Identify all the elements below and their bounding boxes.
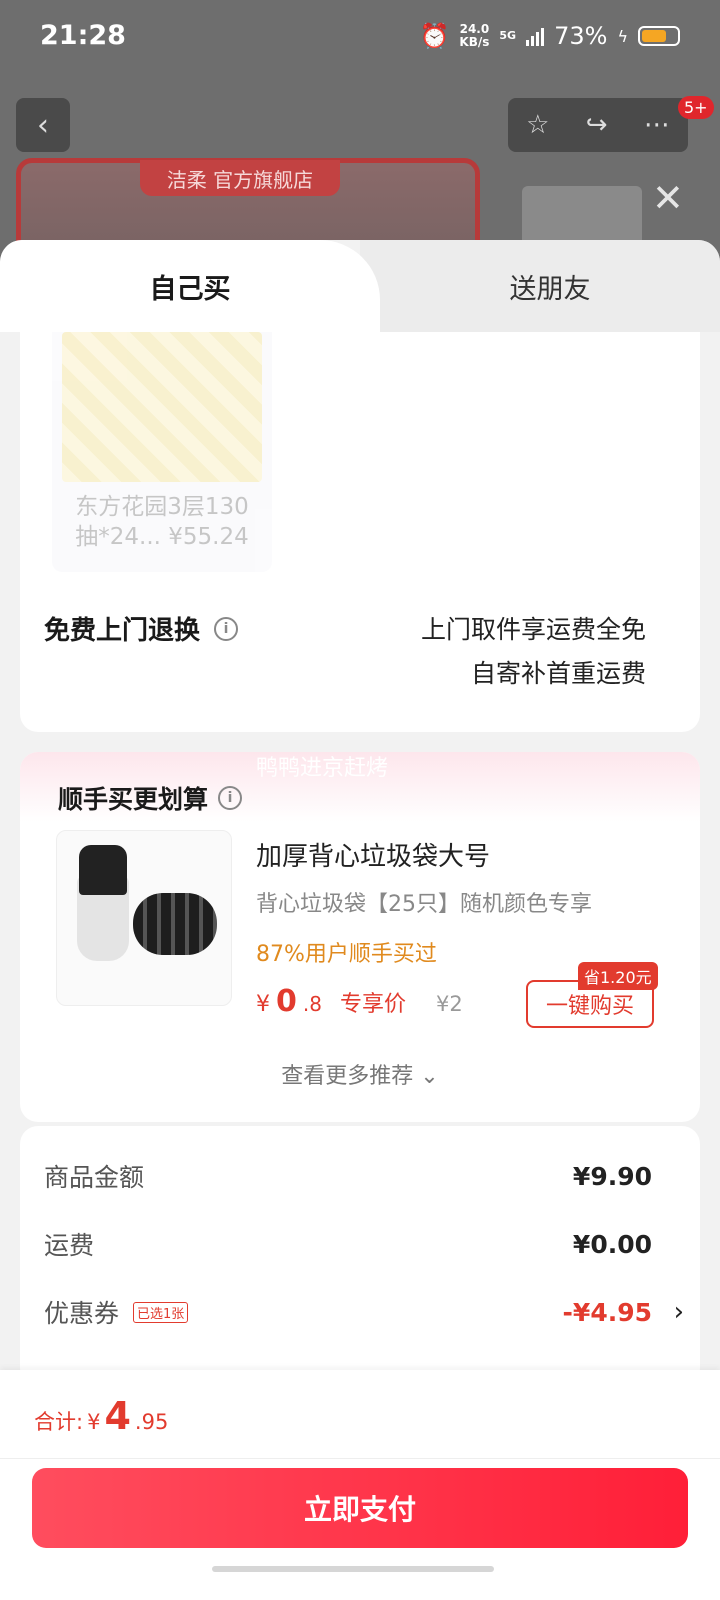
upsell-item-spec: 背心垃圾袋【25只】随机颜色专享 <box>256 892 592 917</box>
battery-percent: 73% <box>554 22 608 50</box>
savings-badge: 省1.20元 <box>578 962 658 990</box>
close-icon[interactable]: ✕ <box>652 176 684 220</box>
price-summary: 商品金额 ¥9.90 运费 ¥0.00 优惠券 已选1张 -¥4.95 › <box>20 1126 700 1390</box>
home-indicator[interactable] <box>212 1566 494 1572</box>
return-policy-label: 免费上门退换 i <box>44 610 239 647</box>
tab-gift[interactable]: 送朋友 <box>420 240 680 332</box>
status-time: 21:28 <box>40 20 126 51</box>
chevron-left-icon: ‹ <box>37 107 49 143</box>
coupon-amount: -¥4.95 <box>562 1297 652 1327</box>
return-policy-line2: 自寄补首重运费 <box>470 659 646 688</box>
upsell-price: ¥0.8 专享价 ¥2 <box>256 984 463 1019</box>
watermark: 鸭鸭进京赶烤 <box>256 756 389 781</box>
chevron-down-icon: ⌄ <box>420 1064 439 1089</box>
checkout-footer: 合计: ¥4.95 立即支付 <box>0 1370 720 1600</box>
signal-icon <box>526 26 545 46</box>
net-speed-value: 24.0 <box>459 22 490 36</box>
trash-bag-image[interactable] <box>56 830 232 1006</box>
info-icon[interactable]: i <box>218 786 243 810</box>
exclusive-price-tag: 专享价 <box>339 992 406 1017</box>
original-price: ¥2 <box>435 992 463 1016</box>
product-card: 东方花园3层130 抽*24... ¥55.24 免费上门退换 i 上门取件享运… <box>20 332 700 732</box>
pay-now-button[interactable]: 立即支付 <box>32 1468 688 1548</box>
nav-actions: ☆ ↪ ⋯ <box>508 98 688 152</box>
chevron-right-icon: › <box>673 1297 684 1327</box>
share-icon[interactable]: ↪ <box>586 110 608 140</box>
product-name: 东方花园3层130 抽*24... ¥55.24 <box>75 494 249 550</box>
goods-amount-row: 商品金额 ¥9.90 <box>44 1161 652 1193</box>
product-option[interactable]: 东方花园3层130 抽*24... ¥55.24 <box>52 332 272 572</box>
upsell-card: 鸭鸭进京赶烤 顺手买更划算 i 加厚背心垃圾袋大号 背心垃圾袋【25只】随机颜色… <box>20 752 700 1122</box>
tab-self-buy[interactable]: 自己买 <box>0 240 380 332</box>
star-icon[interactable]: ☆ <box>526 110 549 140</box>
charging-icon: ϟ <box>617 26 628 46</box>
message-badge: 5+ <box>678 96 714 119</box>
upsell-title: 顺手买更划算 i <box>58 780 243 816</box>
net-speed-unit: KB/s <box>459 35 490 49</box>
alarm-icon: ⏰ <box>419 22 450 50</box>
product-image <box>62 332 262 482</box>
status-bar: 21:28 ⏰ 24.0 KB/s 5G 73% ϟ <box>0 0 720 78</box>
coupon-selected-tag: 已选1张 <box>133 1301 189 1323</box>
store-banner: 洁柔 官方旗舰店 <box>140 160 340 196</box>
shipping-row: 运费 ¥0.00 <box>44 1229 652 1261</box>
info-icon[interactable]: i <box>214 616 239 641</box>
order-total: 合计: ¥4.95 <box>34 1394 169 1438</box>
more-icon[interactable]: ⋯ <box>644 110 670 140</box>
upsell-item-name[interactable]: 加厚背心垃圾袋大号 <box>256 836 490 873</box>
purchase-tabs: 自己买 送朋友 <box>0 240 720 332</box>
back-button[interactable]: ‹ <box>16 98 70 152</box>
coupon-row[interactable]: 优惠券 已选1张 -¥4.95 › <box>44 1292 684 1332</box>
status-icons: ⏰ 24.0 KB/s 5G 73% ϟ <box>420 22 680 50</box>
goods-amount: ¥9.90 <box>572 1161 652 1191</box>
shipping-amount: ¥0.00 <box>572 1229 652 1259</box>
net-speed: 24.0 KB/s <box>459 23 489 49</box>
return-policy-line1: 上门取件享运费全免 <box>420 615 646 644</box>
upsell-item-stat: 87%用户顺手买过 <box>256 942 437 967</box>
more-recommendations-link[interactable]: 查看更多推荐 ⌄ <box>20 1058 700 1090</box>
network-type: 5G <box>499 29 517 42</box>
battery-icon <box>638 26 680 46</box>
